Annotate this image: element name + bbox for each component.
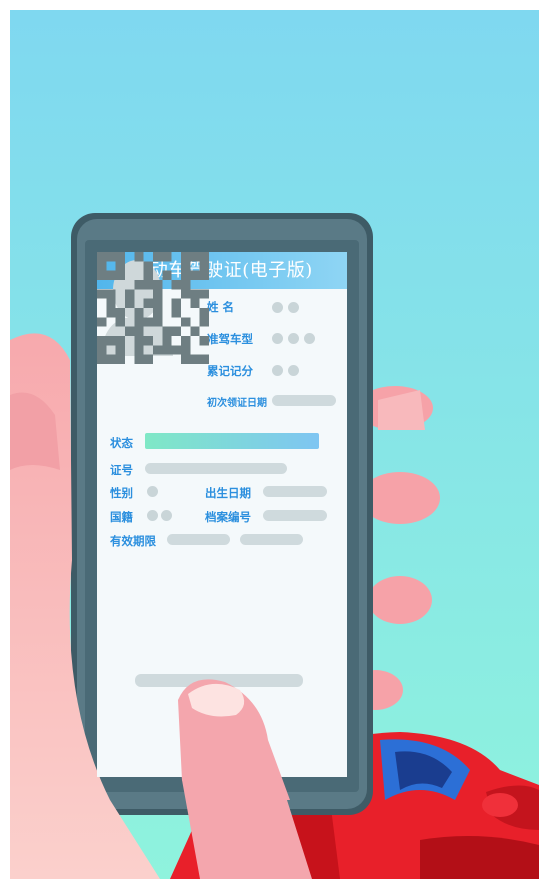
first-issue-date-placeholder xyxy=(272,395,336,406)
name-label: 姓 名 xyxy=(207,300,235,314)
license-no-placeholder xyxy=(145,463,287,474)
points-label: 累记记分 xyxy=(207,364,253,378)
valid-period-end-placeholder xyxy=(240,534,303,545)
file-no-placeholder xyxy=(263,510,327,521)
status-bar xyxy=(145,433,319,449)
illustration-scene: 机动车驾驶证(电子版) 姓 名 准驾车型 累记记分 初次领证日期 状态 证号 性… xyxy=(0,0,549,889)
vehicle-class-placeholder-dot xyxy=(288,333,299,344)
birth-date-label: 出生日期 xyxy=(205,486,251,500)
file-no-label: 档案编号 xyxy=(205,510,251,524)
name-placeholder-dot xyxy=(288,302,299,313)
points-placeholder-dot xyxy=(272,365,283,376)
license-card: 机动车驾驶证(电子版) 姓 名 准驾车型 累记记分 初次领证日期 状态 证号 性… xyxy=(97,252,347,777)
vehicle-class-placeholder-dot xyxy=(304,333,315,344)
status-label: 状态 xyxy=(110,436,133,450)
license-no-label: 证号 xyxy=(110,463,133,477)
first-issue-date-label: 初次领证日期 xyxy=(207,398,267,409)
nationality-placeholder-dot xyxy=(147,510,158,521)
points-placeholder-dot xyxy=(288,365,299,376)
valid-period-start-placeholder xyxy=(167,534,230,545)
name-placeholder-dot xyxy=(272,302,283,313)
nationality-label: 国籍 xyxy=(110,510,133,524)
valid-period-label: 有效期限 xyxy=(110,534,156,548)
qr-code-icon xyxy=(97,252,209,364)
vehicle-class-label: 准驾车型 xyxy=(207,332,253,346)
gender-label: 性别 xyxy=(110,486,133,500)
gender-placeholder-dot xyxy=(147,486,158,497)
vehicle-class-placeholder-dot xyxy=(272,333,283,344)
birth-date-placeholder xyxy=(263,486,327,497)
nationality-placeholder-dot xyxy=(161,510,172,521)
qr-caption-placeholder xyxy=(135,674,303,687)
